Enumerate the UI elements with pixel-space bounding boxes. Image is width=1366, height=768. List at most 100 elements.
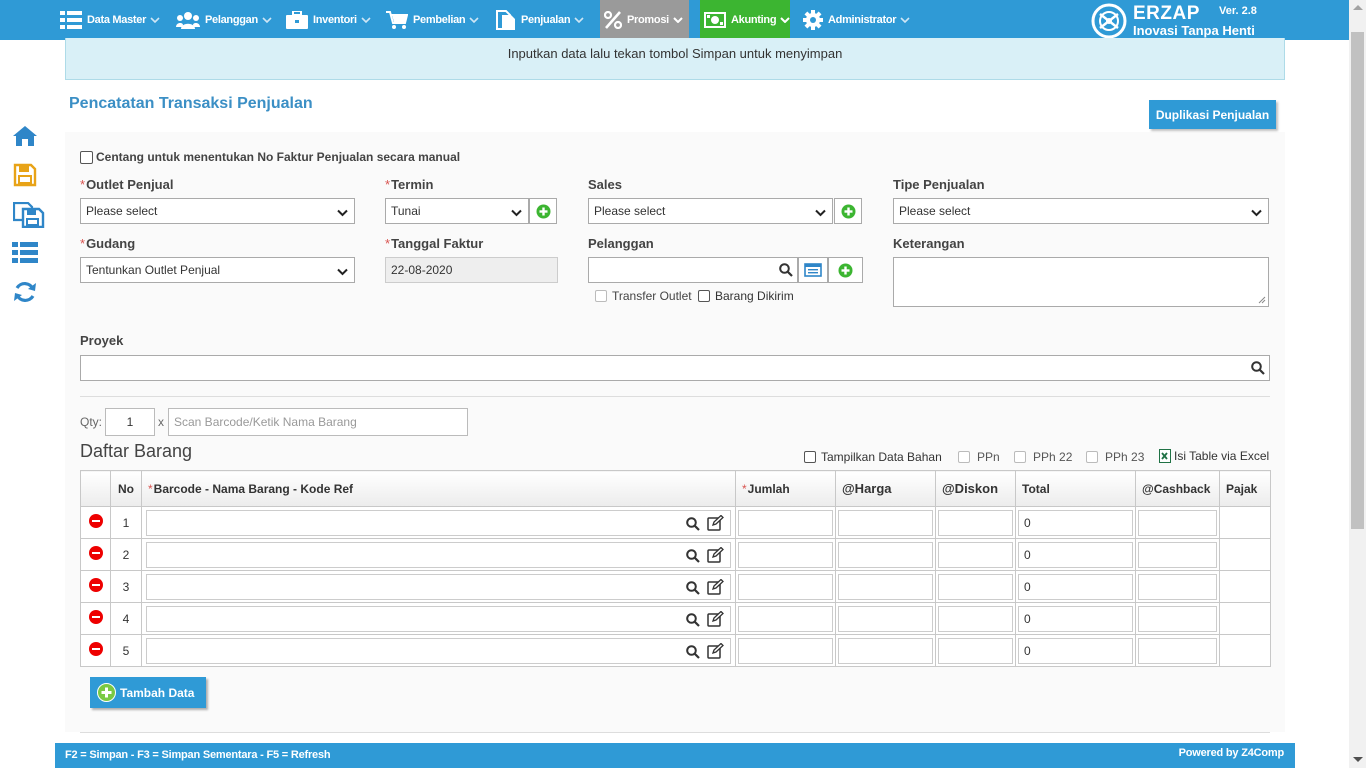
diskon-input[interactable]: [938, 637, 1013, 664]
save-all-icon[interactable]: [13, 202, 45, 228]
refresh-icon[interactable]: [12, 279, 38, 305]
pph22-checkbox[interactable]: [1014, 451, 1026, 463]
nav-pelanggan[interactable]: Pelanggan: [176, 0, 272, 40]
ppn-checkbox[interactable]: [958, 451, 970, 463]
nav-akunting[interactable]: Akunting: [700, 0, 790, 40]
harga-input[interactable]: [838, 605, 933, 632]
table-row: 50: [80, 634, 1271, 667]
search-icon[interactable]: [686, 612, 700, 630]
transfer-outlet-checkbox[interactable]: [595, 290, 607, 302]
gudang-select[interactable]: Tentunkan Outlet Penjual: [80, 257, 355, 283]
add-row-button[interactable]: Tambah Data: [90, 677, 206, 708]
add-termin-button[interactable]: [529, 198, 557, 224]
document-icon: [496, 10, 516, 30]
tipe-penjualan-select[interactable]: Please select: [893, 198, 1269, 224]
col-total-header: Total: [1015, 470, 1136, 507]
nav-administrator[interactable]: Administrator: [803, 0, 910, 40]
edit-icon[interactable]: [707, 642, 724, 662]
diskon-input[interactable]: [938, 605, 1013, 632]
list-view-icon[interactable]: [12, 240, 38, 266]
cashback-input[interactable]: [1138, 637, 1217, 664]
outlet-select[interactable]: Please select: [80, 198, 355, 224]
manual-invoice-checkbox-row[interactable]: Centang untuk menentukan No Faktur Penju…: [80, 150, 460, 164]
termin-select[interactable]: Tunai: [385, 198, 529, 224]
search-icon[interactable]: [686, 580, 700, 598]
sales-select[interactable]: Please select: [588, 198, 833, 224]
delete-row-icon[interactable]: [88, 642, 103, 656]
duplicate-sale-button[interactable]: Duplikasi Penjualan: [1149, 100, 1276, 129]
cashback-input[interactable]: [1138, 605, 1217, 632]
delete-row-icon[interactable]: [88, 546, 103, 560]
barcode-input[interactable]: [146, 509, 731, 536]
barang-dikirim-checkbox[interactable]: [698, 290, 710, 302]
pph23-row[interactable]: PPh 23: [1086, 450, 1144, 464]
barcode-input[interactable]: [146, 573, 731, 600]
col-barcode-header: *Barcode - Nama Barang - Kode Ref: [141, 470, 736, 507]
keterangan-textarea[interactable]: [893, 257, 1269, 307]
manual-invoice-checkbox[interactable]: [80, 150, 93, 164]
qty-input[interactable]: 1: [105, 408, 155, 436]
pph23-checkbox[interactable]: [1086, 451, 1098, 463]
search-icon[interactable]: [686, 548, 700, 566]
divider: [80, 732, 1270, 733]
edit-icon[interactable]: [707, 610, 724, 630]
barcode-scan-input[interactable]: Scan Barcode/Ketik Nama Barang: [168, 408, 468, 436]
search-icon[interactable]: [1251, 361, 1265, 378]
delete-row-icon[interactable]: [88, 514, 103, 528]
nav-inventori[interactable]: Inventori: [286, 0, 371, 40]
edit-icon[interactable]: [707, 578, 724, 598]
search-icon[interactable]: [779, 263, 793, 280]
harga-input[interactable]: [838, 637, 933, 664]
edit-icon[interactable]: [707, 546, 724, 566]
save-icon[interactable]: [12, 162, 38, 188]
harga-input[interactable]: [838, 573, 933, 600]
barcode-input[interactable]: [146, 637, 731, 664]
cashback-input[interactable]: [1138, 509, 1217, 536]
add-pelanggan-button[interactable]: [828, 257, 863, 283]
brand-logo[interactable]: ERZAP Ver. 2.8 Inovasi Tanpa Henti: [1090, 2, 1290, 40]
proyek-input[interactable]: [80, 355, 1270, 381]
nav-penjualan[interactable]: Penjualan: [496, 0, 584, 40]
delete-row-icon[interactable]: [88, 578, 103, 592]
jumlah-input[interactable]: [738, 573, 833, 600]
nav-pembelian[interactable]: Pembelian: [386, 0, 479, 40]
cashback-input[interactable]: [1138, 573, 1217, 600]
cashback-input[interactable]: [1138, 541, 1217, 568]
tampilkan-data-bahan-row[interactable]: Tampilkan Data Bahan: [804, 450, 942, 464]
harga-input[interactable]: [838, 509, 933, 536]
diskon-input[interactable]: [938, 541, 1013, 568]
diskon-input[interactable]: [938, 509, 1013, 536]
home-icon[interactable]: [12, 123, 38, 149]
scroll-up-arrow-icon[interactable]: [1353, 5, 1363, 10]
row-pajak-cell: [1219, 538, 1271, 571]
edit-icon[interactable]: [707, 514, 724, 534]
vertical-scrollbar[interactable]: [1349, 0, 1366, 768]
scroll-thumb[interactable]: [1351, 32, 1364, 529]
excel-import-link[interactable]: Isi Table via Excel: [1159, 449, 1269, 463]
list-icon: [60, 11, 82, 29]
tampilkan-data-bahan-checkbox[interactable]: [804, 451, 816, 463]
scroll-down-arrow-icon[interactable]: [1353, 757, 1363, 762]
nav-data-master[interactable]: Data Master: [58, 0, 162, 40]
transfer-outlet-checkbox-row[interactable]: Transfer Outlet: [595, 289, 692, 303]
ppn-row[interactable]: PPn: [958, 450, 1000, 464]
pph22-row[interactable]: PPh 22: [1014, 450, 1072, 464]
chevron-down-icon: [673, 17, 683, 23]
jumlah-input[interactable]: [738, 541, 833, 568]
harga-input[interactable]: [838, 541, 933, 568]
search-icon[interactable]: [686, 644, 700, 662]
barcode-input[interactable]: [146, 605, 731, 632]
nav-promosi[interactable]: Promosi: [600, 0, 689, 40]
barcode-input[interactable]: [146, 541, 731, 568]
add-sales-button[interactable]: [834, 198, 862, 224]
diskon-input[interactable]: [938, 573, 1013, 600]
customer-list-button[interactable]: [798, 257, 828, 283]
jumlah-input[interactable]: [738, 605, 833, 632]
jumlah-input[interactable]: [738, 637, 833, 664]
pelanggan-input[interactable]: [588, 257, 798, 283]
resize-handle-icon[interactable]: [1258, 296, 1266, 304]
jumlah-input[interactable]: [738, 509, 833, 536]
delete-row-icon[interactable]: [88, 610, 103, 624]
barang-dikirim-checkbox-row[interactable]: Barang Dikirim: [698, 289, 794, 303]
search-icon[interactable]: [686, 516, 700, 534]
